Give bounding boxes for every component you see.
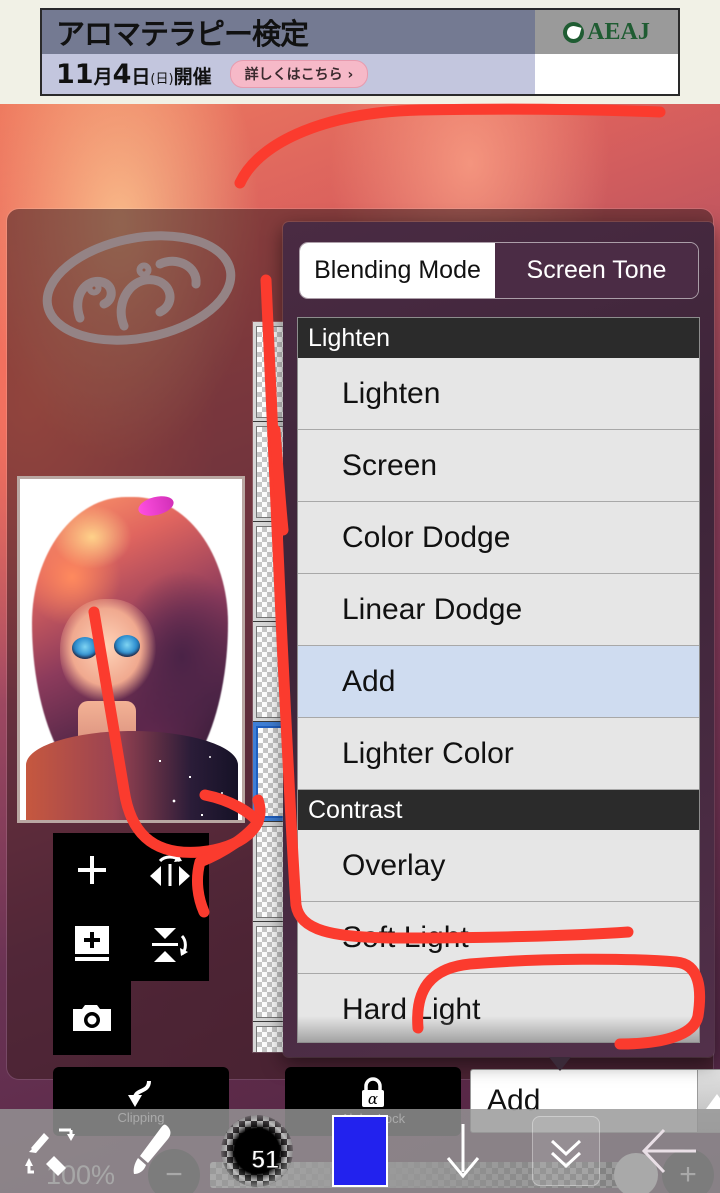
camera-icon [73, 1005, 111, 1031]
ad-date-day-kanji: 日 [131, 65, 151, 88]
mode-option-hard-light[interactable]: Hard Light [298, 974, 699, 1042]
mode-tabs[interactable]: Blending Mode Screen Tone [299, 242, 699, 299]
ad-banner-inner[interactable]: アロマテラピー検定 11月4日(日)開催 詳しくはこちら › AEAJ [40, 8, 680, 96]
duplicate-layer-button[interactable] [53, 907, 131, 981]
camera-import-button[interactable] [53, 981, 131, 1055]
ad-banner-logo-area: AEAJ [535, 10, 678, 94]
ad-banner-text-area: アロマテラピー検定 11月4日(日)開催 詳しくはこちら › [42, 10, 535, 94]
mode-option-soft-light[interactable]: Soft Light [298, 902, 699, 974]
chevron-double-down-icon [550, 1139, 581, 1169]
alpha-lock-icon: α [362, 1077, 384, 1108]
artwork-illustration [20, 479, 242, 820]
ad-cta-button[interactable]: 詳しくはこちら › [229, 60, 369, 88]
layer-collapse-tool[interactable] [514, 1109, 617, 1193]
flip-horizontal-icon [150, 854, 190, 886]
ad-banner-date: 11月4日(日)開催 [42, 59, 212, 90]
ad-date-day-num: 4 [112, 58, 132, 90]
brush-size-button[interactable]: 51 [206, 1109, 309, 1193]
drawing-app-canvas[interactable]: Clipping α Alpha Lock Add 100% − + Blend [0, 104, 720, 1193]
brush-tool-button[interactable] [103, 1109, 206, 1193]
ad-date-weekday: (日) [150, 71, 174, 87]
clipping-arrow-icon [128, 1080, 151, 1107]
artwork-eye-right [114, 635, 140, 657]
pen-eraser-swap-icon [25, 1128, 76, 1176]
blend-mode-list[interactable]: Lighten Lighten Screen Color Dodge Linea… [297, 317, 700, 1043]
ad-date-month-kanji: 月 [93, 65, 113, 88]
mode-option-screen[interactable]: Screen [298, 430, 699, 502]
ad-date-event: 開催 [173, 65, 212, 88]
triangle-up-icon [705, 1093, 720, 1109]
aeaj-logo: AEAJ [563, 19, 650, 46]
layer-tool-block[interactable] [53, 833, 209, 1055]
undo-redo-tool-button[interactable] [0, 1109, 103, 1193]
mode-option-color-dodge[interactable]: Color Dodge [298, 502, 699, 574]
mode-option-lighten[interactable]: Lighten [298, 358, 699, 430]
leaf-icon [563, 21, 585, 43]
duplicate-layer-icon [75, 926, 109, 961]
arrow-down-icon [446, 1124, 480, 1179]
mode-option-linear-dodge[interactable]: Linear Dodge [298, 574, 699, 646]
flip-vertical-button[interactable] [131, 907, 209, 981]
mode-option-overlay[interactable]: Overlay [298, 830, 699, 902]
merge-down-button[interactable] [411, 1109, 514, 1193]
plus-icon [78, 856, 106, 884]
arrow-left-icon [641, 1128, 696, 1174]
add-layer-button[interactable] [53, 833, 131, 907]
ad-banner-title-row: アロマテラピー検定 [42, 10, 535, 54]
aeaj-logo-text: AEAJ [587, 18, 650, 45]
dropdown-caret-icon [549, 1057, 571, 1071]
blend-mode-dropdown[interactable]: Blending Mode Screen Tone Lighten Lighte… [283, 222, 714, 1057]
brush-size-indicator[interactable]: 51 [221, 1115, 294, 1187]
mode-option-add[interactable]: Add [298, 646, 699, 718]
tab-screen-tone[interactable]: Screen Tone [495, 243, 698, 298]
ad-date-month-num: 11 [56, 58, 94, 90]
group-header-lighten: Lighten [298, 318, 699, 358]
flip-vertical-icon [152, 928, 188, 962]
color-swatch-button[interactable] [309, 1109, 412, 1193]
back-button[interactable] [617, 1109, 720, 1193]
ad-banner-title: アロマテラピー検定 [56, 17, 309, 51]
ad-banner-date-row: 11月4日(日)開催 詳しくはこちら › [42, 54, 535, 94]
ad-banner[interactable]: アロマテラピー検定 11月4日(日)開催 詳しくはこちら › AEAJ [0, 0, 720, 104]
bottom-toolbar[interactable]: 51 [0, 1109, 720, 1193]
ad-logo-box: AEAJ [535, 10, 678, 54]
brush-icon [133, 1124, 171, 1174]
color-swatch[interactable] [332, 1115, 388, 1187]
svg-text:α: α [368, 1090, 378, 1108]
canvas-thumbnail[interactable] [17, 476, 245, 823]
tab-blending-mode[interactable]: Blending Mode [300, 243, 495, 298]
artwork-stars [148, 747, 240, 820]
group-header-contrast: Contrast [298, 790, 699, 830]
brush-size-value: 51 [251, 1145, 280, 1174]
artwork-eye-left [72, 637, 98, 659]
layer-collapse-button[interactable] [531, 1116, 600, 1186]
mode-option-lighter-color[interactable]: Lighter Color [298, 718, 699, 790]
flip-horizontal-button[interactable] [131, 833, 209, 907]
